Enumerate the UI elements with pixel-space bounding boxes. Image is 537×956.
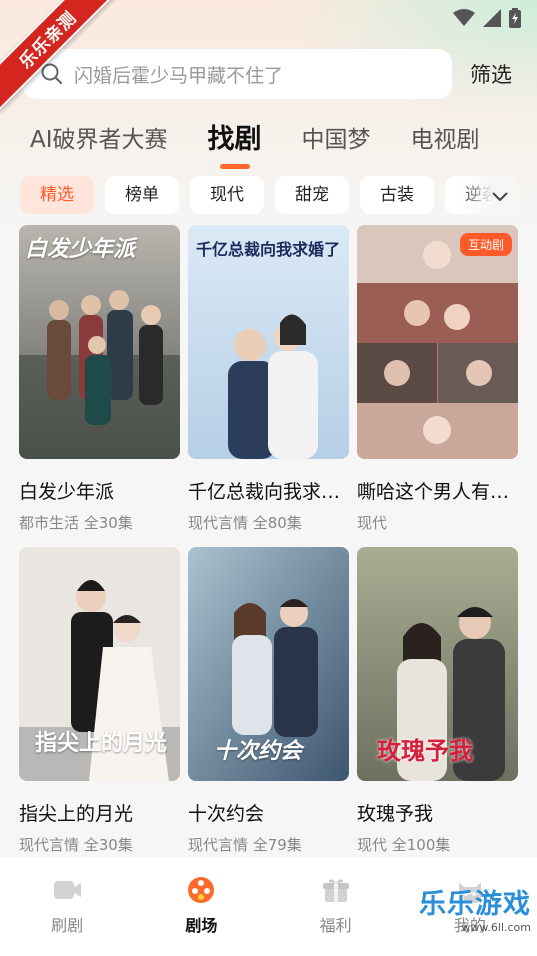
film-reel-icon bbox=[188, 877, 215, 903]
drama-meta: 现代 bbox=[357, 514, 388, 532]
tab-find-drama[interactable]: 找剧 bbox=[208, 118, 262, 168]
chip-ranking[interactable]: 榜单 bbox=[105, 176, 179, 214]
drama-poster[interactable]: 指尖上的月光 bbox=[19, 547, 180, 781]
drama-card[interactable]: 十次约会 十次约会 现代言情 全79集 bbox=[188, 547, 349, 869]
poster-caption: 玫瑰予我 bbox=[377, 737, 473, 765]
chip-sweet[interactable]: 甜宠 bbox=[275, 176, 349, 214]
nav-label: 刷剧 bbox=[51, 916, 84, 935]
gift-icon bbox=[322, 879, 349, 902]
drama-title[interactable]: 十次约会 bbox=[188, 799, 349, 826]
nav-label: 剧场 bbox=[185, 916, 218, 935]
drama-card[interactable]: 玫瑰予我 玫瑰予我 现代 全100集 bbox=[357, 547, 518, 869]
drama-card[interactable]: 指尖上的月光 指尖上的月光 现代言情 全30集 bbox=[19, 547, 180, 869]
interactive-badge: 互动剧 bbox=[459, 233, 512, 256]
search-row: 闪婚后霍少马甲藏不住了 筛选 bbox=[22, 48, 522, 100]
drama-title[interactable]: 玫瑰予我 bbox=[357, 799, 518, 826]
drama-meta: 现代言情 全79集 bbox=[188, 836, 302, 854]
main-tabs: AI破界者大赛 找剧 中国梦 电视剧 bbox=[30, 118, 520, 168]
drama-title[interactable]: 千亿总裁向我求… bbox=[188, 477, 349, 504]
drama-poster[interactable]: 十次约会 bbox=[188, 547, 349, 781]
chip-expand[interactable] bbox=[457, 176, 517, 216]
tab-china-dream[interactable]: 中国梦 bbox=[302, 118, 371, 168]
poster-caption: 十次约会 bbox=[214, 739, 303, 764]
poster-caption: 千亿总裁向我求婚了 bbox=[196, 240, 341, 259]
poster-caption: 白发少年派 bbox=[25, 237, 136, 262]
drama-title[interactable]: 指尖上的月光 bbox=[19, 799, 180, 826]
nav-item-theater[interactable]: 剧场 bbox=[134, 858, 268, 956]
filter-button[interactable]: 筛选 bbox=[470, 59, 512, 89]
status-icons bbox=[453, 8, 521, 32]
drama-meta: 现代 全100集 bbox=[357, 836, 451, 854]
signal-icon bbox=[483, 9, 501, 31]
nav-item-welfare[interactable]: 福利 bbox=[269, 858, 403, 956]
drama-meta: 现代言情 全30集 bbox=[19, 836, 133, 854]
drama-poster[interactable]: 互动剧 bbox=[357, 225, 518, 459]
watermark-text: 乐乐游戏 bbox=[419, 889, 531, 920]
drama-card[interactable]: 千亿总裁向我求婚了 千亿总裁向我求… 现代言情 全80集 bbox=[188, 225, 349, 547]
battery-icon bbox=[509, 8, 521, 32]
drama-meta: 现代言情 全80集 bbox=[188, 514, 302, 532]
drama-title[interactable]: 嘶哈这个男人有… bbox=[357, 477, 518, 504]
nav-item-short-drama[interactable]: 刷剧 bbox=[0, 858, 134, 956]
tab-tv-series[interactable]: 电视剧 bbox=[411, 118, 480, 168]
video-play-icon bbox=[54, 881, 82, 899]
chevron-down-icon bbox=[492, 192, 508, 202]
nav-label: 福利 bbox=[319, 916, 352, 935]
drama-poster[interactable]: 白发少年派 bbox=[19, 225, 180, 459]
drama-grid: 白发少年派 白发少年派 都市生活 全30集 千亿总裁向我求婚了 千亿总裁向我求…… bbox=[19, 225, 519, 869]
poster-caption: 指尖上的月光 bbox=[35, 731, 168, 756]
chip-costume[interactable]: 古装 bbox=[360, 176, 434, 214]
drama-card[interactable]: 互动剧 嘶哈这个男人有… 现代 bbox=[357, 225, 518, 547]
search-placeholder: 闪婚后霍少马甲藏不住了 bbox=[74, 64, 284, 87]
category-chips: 精选 榜单 现代 甜宠 古装 逆袭 bbox=[20, 176, 517, 216]
chip-modern[interactable]: 现代 bbox=[190, 176, 264, 214]
tab-ai-contest[interactable]: AI破界者大赛 bbox=[30, 118, 168, 168]
drama-poster[interactable]: 玫瑰予我 bbox=[357, 547, 518, 781]
drama-poster[interactable]: 千亿总裁向我求婚了 bbox=[188, 225, 349, 459]
watermark-url: www.6ll.com bbox=[461, 921, 531, 934]
watermark: 乐乐游戏 www.6ll.com bbox=[419, 882, 531, 934]
wifi-icon bbox=[453, 9, 475, 31]
drama-card[interactable]: 白发少年派 白发少年派 都市生活 全30集 bbox=[19, 225, 180, 547]
drama-title[interactable]: 白发少年派 bbox=[19, 477, 180, 504]
drama-meta: 都市生活 全30集 bbox=[19, 514, 133, 532]
chip-featured[interactable]: 精选 bbox=[20, 176, 94, 214]
search-input[interactable]: 闪婚后霍少马甲藏不住了 bbox=[22, 49, 452, 99]
